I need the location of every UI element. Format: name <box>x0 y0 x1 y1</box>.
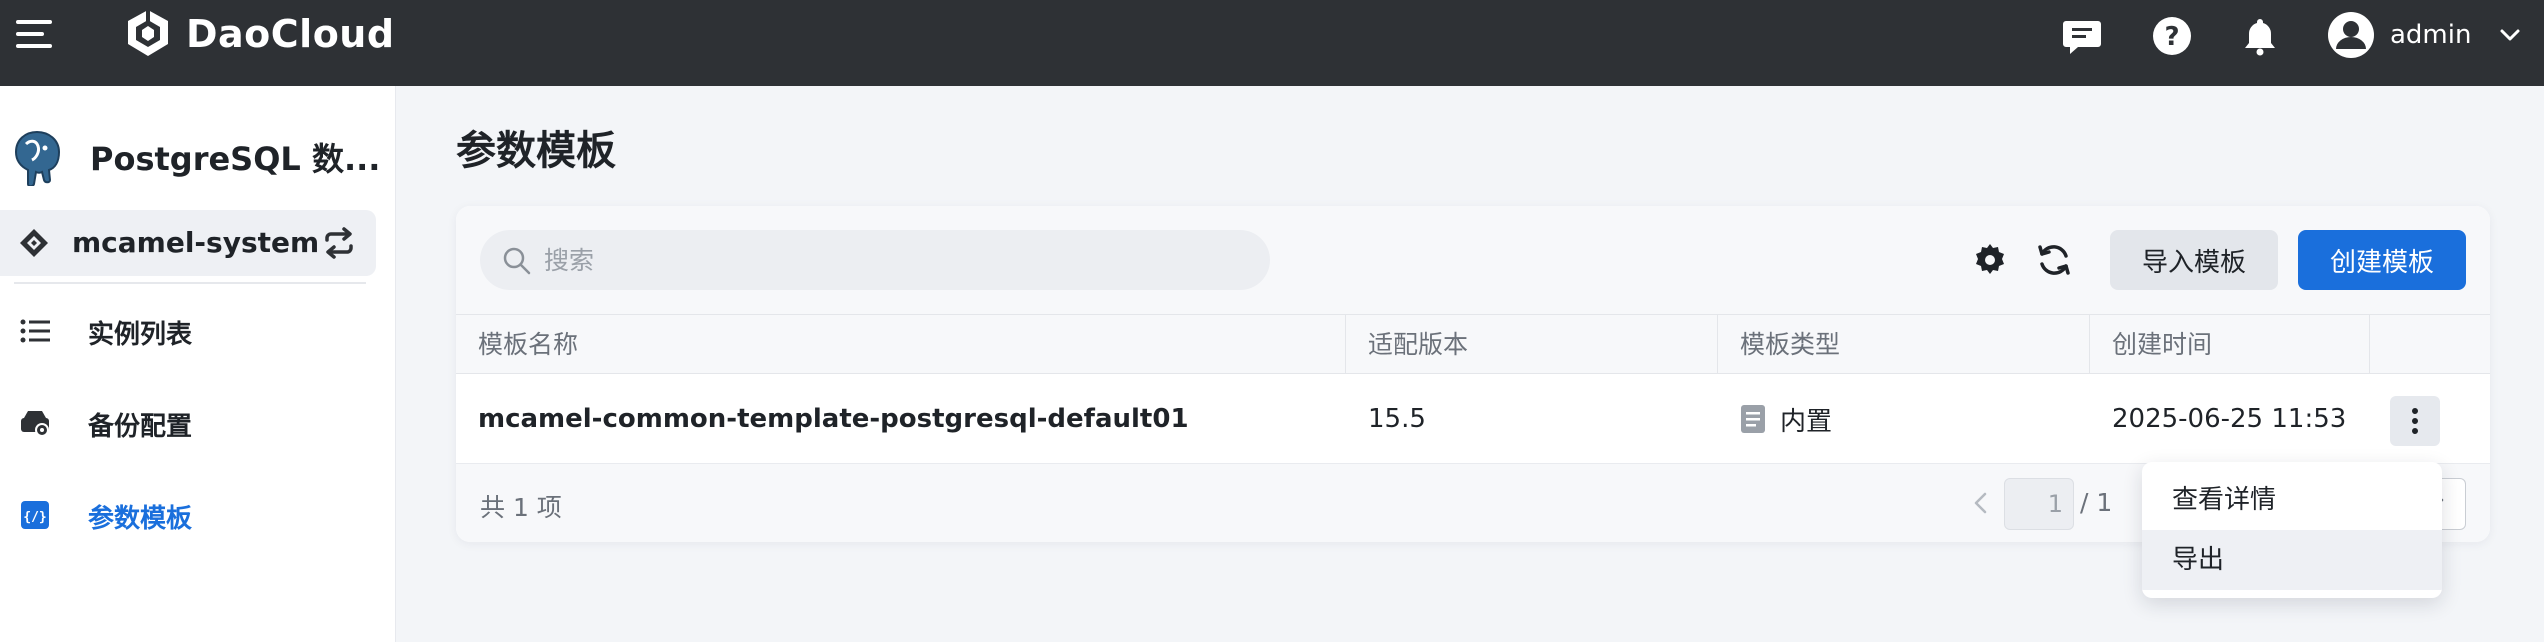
bell-icon[interactable] <box>2238 14 2282 58</box>
row-actions-button[interactable] <box>2390 396 2440 446</box>
settings-gear-icon[interactable] <box>1970 240 2010 280</box>
chat-icon[interactable] <box>2060 14 2104 58</box>
brand-logo[interactable]: DaoCloud <box>120 6 395 62</box>
user-name: admin <box>2390 20 2472 50</box>
list-icon <box>20 319 50 343</box>
product-name: PostgreSQL 数... <box>90 140 381 178</box>
template-name-cell[interactable]: mcamel-common-template-postgresql-defaul… <box>456 374 1189 464</box>
search-icon <box>503 247 531 275</box>
document-icon <box>1741 405 1765 433</box>
top-navigation-bar: DaoCloud ? admin <box>0 0 2544 86</box>
previous-page-icon[interactable] <box>1964 486 1998 520</box>
namespace-icon <box>20 229 48 257</box>
search-input[interactable] <box>544 240 1244 280</box>
switch-icon[interactable] <box>322 226 356 260</box>
created-time-cell: 2025-06-25 11:53 <box>2112 404 2347 434</box>
search-box[interactable] <box>480 230 1270 290</box>
user-menu[interactable]: admin <box>2326 10 2523 60</box>
menu-item-export[interactable]: 导出 <box>2142 530 2442 590</box>
backup-icon <box>21 411 49 437</box>
sidebar-item-param-template[interactable]: {/} 参数模板 <box>0 484 376 544</box>
total-count: 共 1 项 <box>480 493 562 522</box>
type-cell: 内置 <box>1718 374 1832 464</box>
sidebar-item-label: 实例列表 <box>88 320 193 350</box>
sidebar-item-label: 备份配置 <box>88 412 193 442</box>
menu-item-view-details[interactable]: 查看详情 <box>2142 470 2442 530</box>
version-cell: 15.5 <box>1368 404 1426 434</box>
sidebar-item-instance-list[interactable]: 实例列表 <box>0 300 376 360</box>
svg-text:{/}: {/} <box>23 510 46 525</box>
column-header-created[interactable]: 创建时间 <box>2090 315 2370 375</box>
column-header-name[interactable]: 模板名称 <box>456 315 1346 375</box>
sidebar-item-backup-config[interactable]: 备份配置 <box>0 392 376 452</box>
page-total: / 1 <box>2080 488 2113 517</box>
user-avatar-icon <box>2328 12 2374 58</box>
table-toolbar: 导入模板 创建模板 <box>456 206 2490 314</box>
column-header-type[interactable]: 模板类型 <box>1718 315 2090 375</box>
table-header: 模板名称 适配版本 模板类型 创建时间 <box>456 314 2490 375</box>
chevron-down-icon <box>2500 29 2520 41</box>
sidebar-item-label: 参数模板 <box>88 504 193 534</box>
import-template-button[interactable]: 导入模板 <box>2110 230 2278 290</box>
page-number-input[interactable] <box>2004 478 2074 530</box>
row-actions-menu: 查看详情 导出 <box>2142 462 2442 598</box>
create-template-button[interactable]: 创建模板 <box>2298 230 2466 290</box>
sidebar: PostgreSQL 数... mcamel-system 实例列表 备份配置 … <box>0 86 396 642</box>
column-header-version[interactable]: 适配版本 <box>1346 315 1718 375</box>
table-row[interactable]: mcamel-common-template-postgresql-defaul… <box>456 374 2490 464</box>
menu-icon[interactable] <box>16 20 56 52</box>
template-icon: {/} <box>21 501 49 529</box>
brand-name: DaoCloud <box>186 12 395 56</box>
postgresql-elephant-icon <box>14 130 61 186</box>
refresh-icon[interactable] <box>2034 240 2074 280</box>
product-header: PostgreSQL 数... <box>8 128 380 186</box>
daocloud-logo-icon <box>128 8 168 56</box>
column-header-actions <box>2370 315 2490 375</box>
sidebar-divider <box>14 282 366 284</box>
more-vertical-icon <box>2412 408 2418 434</box>
help-icon[interactable]: ? <box>2150 14 2194 58</box>
type-label: 内置 <box>1780 406 1833 437</box>
namespace-switcher[interactable]: mcamel-system <box>0 210 376 276</box>
page-title: 参数模板 <box>456 128 616 174</box>
svg-text:?: ? <box>2164 22 2179 52</box>
namespace-name: mcamel-system <box>72 226 320 259</box>
